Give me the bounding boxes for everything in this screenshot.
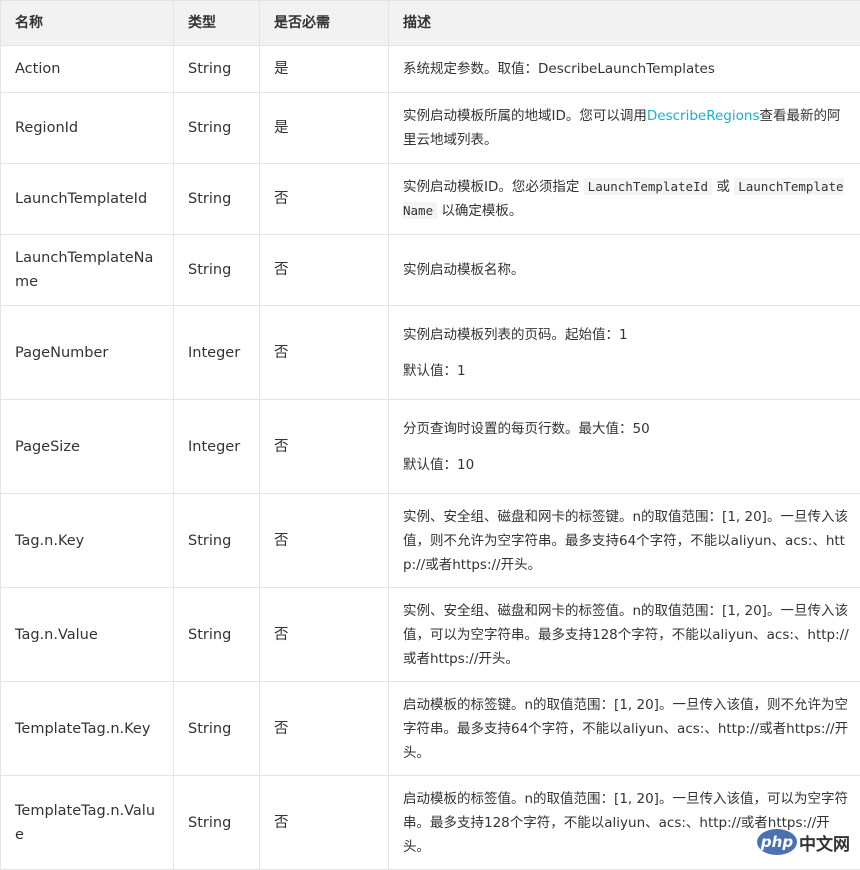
param-required: 是: [260, 46, 389, 93]
table-header-row: 名称 类型 是否必需 描述: [1, 1, 860, 46]
table-row: LaunchTemplateId String 否 实例启动模板ID。您必须指定…: [1, 164, 860, 235]
param-type: String: [174, 588, 260, 682]
param-type: String: [174, 776, 260, 870]
param-description: 实例启动模板ID。您必须指定 LaunchTemplateId 或 Launch…: [389, 164, 860, 235]
param-type: String: [174, 164, 260, 235]
param-required: 否: [260, 776, 389, 870]
table-row: PageSize Integer 否 分页查询时设置的每页行数。最大值：50 默认…: [1, 400, 860, 494]
param-required: 是: [260, 93, 389, 164]
param-name: PageSize: [1, 400, 174, 494]
param-description: 实例、安全组、磁盘和网卡的标签键。n的取值范围：[1, 20]。一旦传入该值，则…: [389, 494, 860, 588]
param-required: 否: [260, 494, 389, 588]
param-required: 否: [260, 400, 389, 494]
param-name: Tag.n.Key: [1, 494, 174, 588]
header-description: 描述: [389, 1, 860, 46]
watermark-site-text: 中文网: [799, 830, 850, 855]
param-type: Integer: [174, 400, 260, 494]
describe-regions-link[interactable]: DescribeRegions: [647, 108, 760, 124]
param-required: 否: [260, 164, 389, 235]
table-row: RegionId String 是 实例启动模板所属的地域ID。您可以调用Des…: [1, 93, 860, 164]
code-launch-template-id: LaunchTemplateId: [584, 178, 712, 195]
desc-text: 或: [712, 179, 734, 195]
table-row: Tag.n.Key String 否 实例、安全组、磁盘和网卡的标签键。n的取值…: [1, 494, 860, 588]
table-row: TemplateTag.n.Key String 否 启动模板的标签键。n的取值…: [1, 682, 860, 776]
param-description: 实例、安全组、磁盘和网卡的标签值。n的取值范围：[1, 20]。一旦传入该值，可…: [389, 588, 860, 682]
param-required: 否: [260, 588, 389, 682]
param-name: Action: [1, 46, 174, 93]
param-name: LaunchTemplateName: [1, 235, 174, 306]
param-type: String: [174, 93, 260, 164]
param-description: 实例启动模板所属的地域ID。您可以调用DescribeRegions查看最新的阿…: [389, 93, 860, 164]
param-name: PageNumber: [1, 306, 174, 400]
param-description: 实例启动模板名称。: [389, 235, 860, 306]
parameters-table: 名称 类型 是否必需 描述 Action String 是 系统规定参数。取值：…: [0, 0, 860, 870]
desc-line: 默认值：10: [403, 453, 850, 477]
param-description: 实例启动模板列表的页码。起始值：1 默认值：1: [389, 306, 860, 400]
desc-text: 以确定模板。: [437, 203, 522, 219]
param-name: TemplateTag.n.Value: [1, 776, 174, 870]
table-row: PageNumber Integer 否 实例启动模板列表的页码。起始值：1 默认…: [1, 306, 860, 400]
desc-text: 实例启动模板所属的地域ID。您可以调用: [403, 108, 647, 124]
param-type: String: [174, 682, 260, 776]
param-type: String: [174, 46, 260, 93]
table-row: LaunchTemplateName String 否 实例启动模板名称。: [1, 235, 860, 306]
header-name: 名称: [1, 1, 174, 46]
param-type: Integer: [174, 306, 260, 400]
param-name: LaunchTemplateId: [1, 164, 174, 235]
param-description: 启动模板的标签值。n的取值范围：[1, 20]。一旦传入该值，可以为空字符串。最…: [389, 776, 860, 870]
desc-text: 实例启动模板ID。您必须指定: [403, 179, 584, 195]
param-type: String: [174, 235, 260, 306]
param-description: 系统规定参数。取值：DescribeLaunchTemplates: [389, 46, 860, 93]
param-type: String: [174, 494, 260, 588]
table-row: Tag.n.Value String 否 实例、安全组、磁盘和网卡的标签值。n的…: [1, 588, 860, 682]
param-required: 否: [260, 306, 389, 400]
desc-line: 默认值：1: [403, 359, 850, 383]
header-required: 是否必需: [260, 1, 389, 46]
param-required: 否: [260, 682, 389, 776]
param-description: 分页查询时设置的每页行数。最大值：50 默认值：10: [389, 400, 860, 494]
param-name: RegionId: [1, 93, 174, 164]
table-row: TemplateTag.n.Value String 否 启动模板的标签值。n的…: [1, 776, 860, 870]
desc-line: 分页查询时设置的每页行数。最大值：50: [403, 417, 850, 441]
table-row: Action String 是 系统规定参数。取值：DescribeLaunch…: [1, 46, 860, 93]
header-type: 类型: [174, 1, 260, 46]
param-name: TemplateTag.n.Key: [1, 682, 174, 776]
param-name: Tag.n.Value: [1, 588, 174, 682]
php-logo-icon: php: [757, 829, 797, 855]
param-description: 启动模板的标签键。n的取值范围：[1, 20]。一旦传入该值，则不允许为空字符串…: [389, 682, 860, 776]
php-cn-watermark: php 中文网: [757, 829, 850, 855]
desc-line: 实例启动模板列表的页码。起始值：1: [403, 323, 850, 347]
param-required: 否: [260, 235, 389, 306]
